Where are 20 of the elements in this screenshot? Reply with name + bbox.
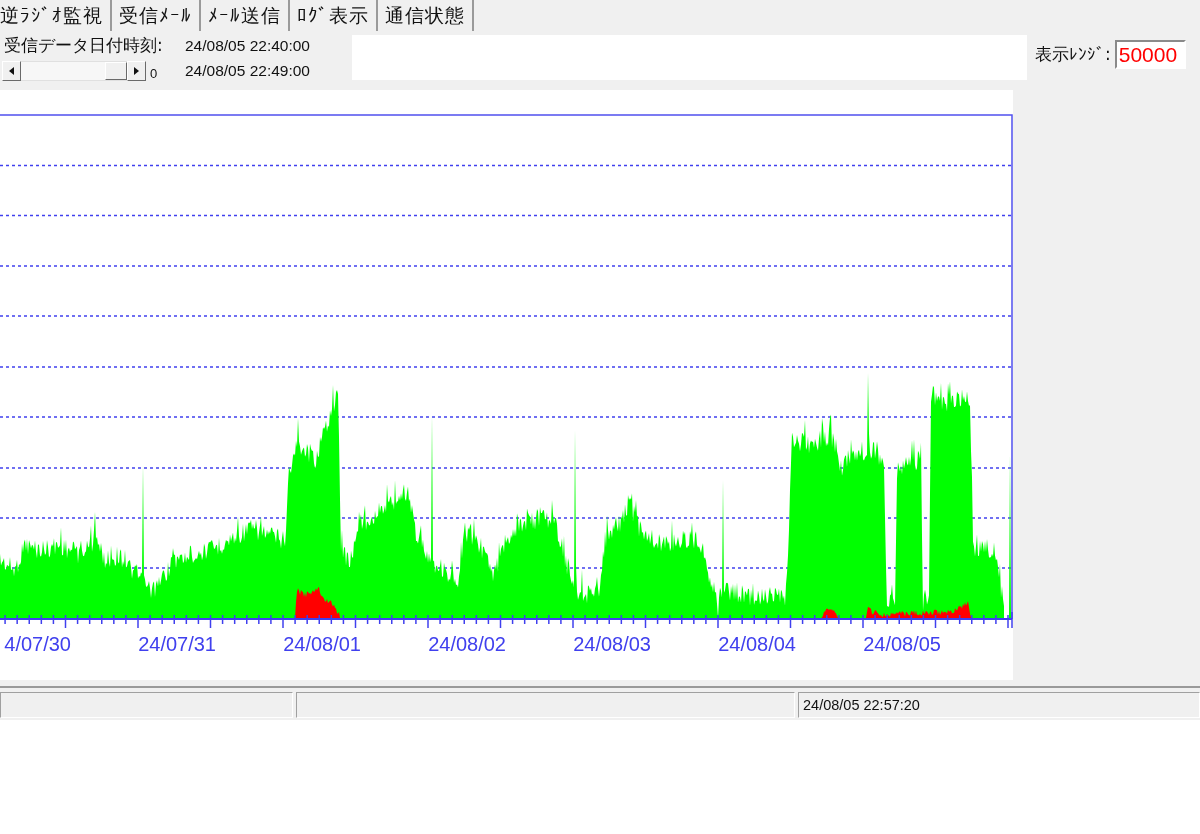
received-date-label: 受信データ日付時刻:	[4, 34, 164, 57]
scroll-left-button[interactable]	[2, 60, 21, 81]
left-arrow-icon	[9, 66, 14, 75]
scroll-value-text: 0	[150, 66, 158, 81]
date-label: 24/08/02	[428, 633, 506, 655]
scroll-right-button[interactable]	[127, 60, 146, 81]
date-label: 24/07/31	[138, 633, 216, 655]
date-label: 24/08/04	[718, 633, 796, 655]
end-time-text: 24/08/05 22:49:00	[185, 61, 311, 80]
start-time-text: 24/08/05 22:40:00	[185, 36, 311, 55]
scrollbar-thumb[interactable]	[105, 61, 127, 80]
tab[interactable]: 逆ﾗｼﾞｵ監視	[0, 0, 112, 31]
date-label: 24/08/03	[573, 633, 651, 655]
date-label: 24/08/01	[283, 633, 361, 655]
right-arrow-icon	[134, 66, 139, 75]
range-label: 表示ﾚﾝｼﾞ:	[1035, 43, 1111, 66]
status-time-text: 24/08/05 22:57:20	[803, 697, 920, 713]
date-label: 24/08/05	[863, 633, 941, 655]
date-label: 4/07/30	[4, 633, 71, 655]
range-input[interactable]: 50000	[1114, 40, 1186, 69]
